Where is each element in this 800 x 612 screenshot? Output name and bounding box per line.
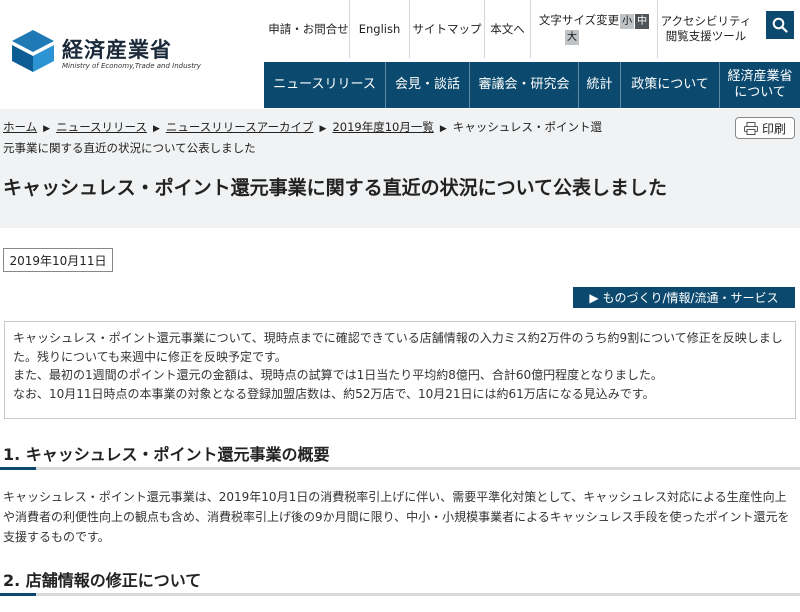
main-nav: ニュースリリース 会見・談話 審議会・研究会 統計 政策について 経済産業省につ… bbox=[264, 62, 800, 108]
print-label: 印刷 bbox=[761, 121, 786, 136]
summary-box: キャッシュレス・ポイント還元事業について、現時点までに確認できている店舗情報の入… bbox=[4, 321, 796, 419]
search-icon bbox=[772, 17, 788, 33]
breadcrumb-separator: ▶ bbox=[152, 124, 160, 134]
section-heading-overview: 1. キャッシュレス・ポイント還元事業の概要 bbox=[3, 445, 330, 464]
font-size-label: 文字サイズ変更 bbox=[538, 13, 620, 27]
english-link[interactable]: English bbox=[350, 0, 410, 58]
breadcrumb-separator: ▶ bbox=[319, 124, 327, 134]
accessibility-link[interactable]: アクセシビリティ閲覧支援ツール bbox=[658, 0, 754, 58]
nav-statistics[interactable]: 統計 bbox=[579, 62, 621, 108]
font-small-button[interactable]: 小 bbox=[620, 14, 635, 29]
breadcrumb-separator: ▶ bbox=[43, 124, 51, 134]
section-underline bbox=[0, 593, 800, 596]
summary-line: キャッシュレス・ポイント還元事業について、現時点までに確認できている店舗情報の入… bbox=[13, 331, 783, 364]
inquiry-link[interactable]: 申請・お問合せ bbox=[268, 0, 350, 58]
breadcrumb-month[interactable]: 2019年度10月一覧 bbox=[332, 120, 433, 134]
summary-line: なお、10月11日時点の本事業の対象となる登録加盟店数は、約52万店で、10月2… bbox=[13, 386, 655, 401]
breadcrumb-archive[interactable]: ニュースリリースアーカイブ bbox=[166, 120, 314, 134]
nav-press-conference[interactable]: 会見・談話 bbox=[386, 62, 470, 108]
nav-news-release[interactable]: ニュースリリース bbox=[264, 62, 386, 108]
breadcrumb-home[interactable]: ホーム bbox=[3, 120, 37, 134]
category-tag[interactable]: ▶ ものづくり/情報/流通・サービス bbox=[573, 287, 795, 308]
section-underline bbox=[0, 467, 800, 470]
breadcrumb-separator: ▶ bbox=[439, 124, 447, 134]
search-button[interactable] bbox=[766, 11, 794, 39]
font-medium-button[interactable]: 中 bbox=[635, 14, 650, 29]
logo-title: 経済産業省 bbox=[62, 38, 172, 62]
sitemap-link[interactable]: サイトマップ bbox=[410, 0, 485, 58]
release-date: 2019年10月11日 bbox=[3, 248, 113, 272]
skip-to-body-link[interactable]: 本文へ bbox=[485, 0, 531, 58]
font-large-button[interactable]: 大 bbox=[565, 30, 579, 45]
nav-policy[interactable]: 政策について bbox=[621, 62, 720, 108]
breadcrumb-news[interactable]: ニュースリリース bbox=[56, 120, 147, 134]
font-size-control: 文字サイズ変更小中 大 bbox=[531, 0, 658, 58]
page-title: キャッシュレス・ポイント還元事業に関する直近の状況について公表しました bbox=[3, 177, 668, 199]
section-heading-store-info: 2. 店舗情報の修正について bbox=[3, 571, 202, 590]
print-button[interactable]: 印刷 bbox=[735, 117, 795, 139]
breadcrumb: ホーム ▶ ニュースリリース ▶ ニュースリリースアーカイブ ▶ 2019年度10月一覧 ▶ キ… bbox=[3, 118, 603, 158]
nav-about-meti[interactable]: 経済産業省について bbox=[720, 62, 800, 108]
meti-logo[interactable]: 経済産業省 Ministry of Economy,Trade and Indu… bbox=[10, 28, 210, 78]
logo-subtitle: Ministry of Economy,Trade and Industry bbox=[62, 62, 201, 70]
printer-icon bbox=[743, 121, 758, 135]
nav-councils[interactable]: 審議会・研究会 bbox=[470, 62, 579, 108]
meti-logo-mark-icon bbox=[12, 30, 54, 72]
section-overview-body: キャッシュレス・ポイント還元事業は、2019年10月1日の消費税率引上げに伴い、… bbox=[3, 490, 790, 544]
summary-line: また、最初の1週間のポイント還元の金額は、現時点の試算では1日当たり平均約8億円… bbox=[13, 368, 663, 382]
site-header: 経済産業省 Ministry of Economy,Trade and Indu… bbox=[0, 0, 800, 109]
